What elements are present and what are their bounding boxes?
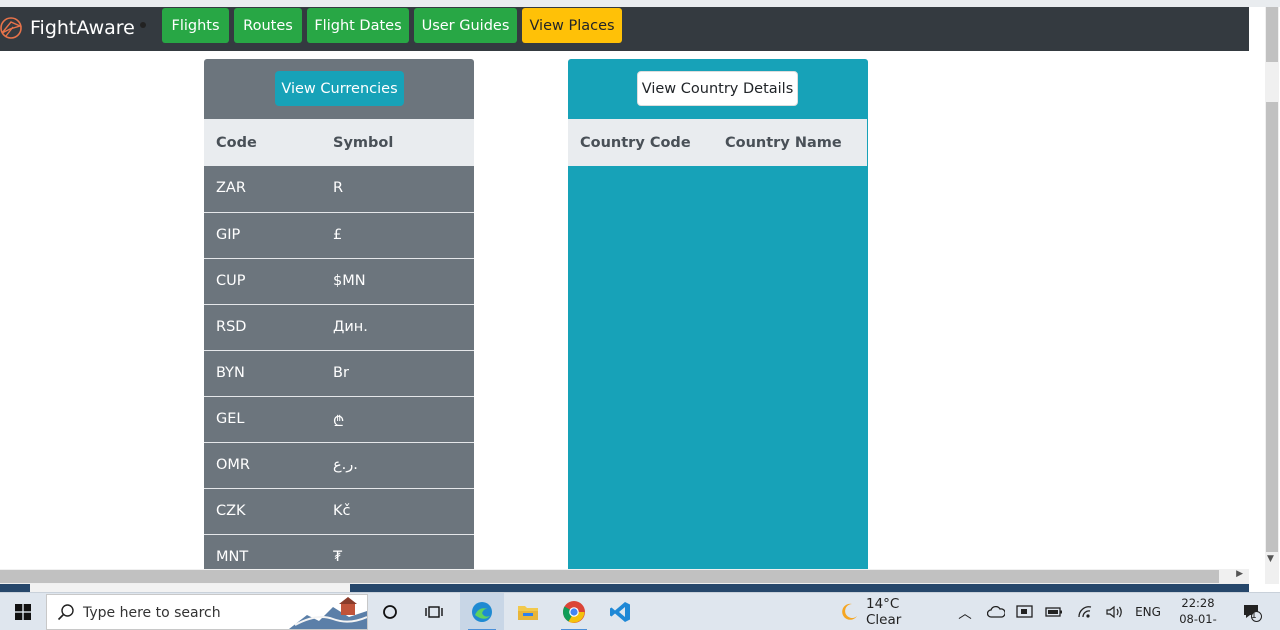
column-header-symbol: Symbol xyxy=(333,134,394,151)
search-icon xyxy=(57,604,74,621)
notifications-button[interactable]: 1 xyxy=(1238,593,1266,630)
column-header-country-code: Country Code xyxy=(580,134,691,151)
currency-code: OMR xyxy=(216,457,250,473)
task-view-button[interactable] xyxy=(376,593,404,630)
currency-code: ZAR xyxy=(216,180,246,196)
clock-date: 08-01-2023 xyxy=(1179,612,1217,630)
currency-symbol: R xyxy=(333,180,344,196)
taskbar-app-edge[interactable] xyxy=(460,593,504,630)
vertical-scrollbar[interactable]: ▼ xyxy=(1249,7,1280,592)
currency-symbol: Br xyxy=(333,365,349,381)
scroll-thumb-top xyxy=(1266,7,1278,62)
view-country-details-button[interactable]: View Country Details xyxy=(637,71,798,106)
currencies-table-header: Code Symbol xyxy=(204,119,474,166)
table-row: BYN Br xyxy=(204,350,474,396)
currency-code: CUP xyxy=(216,273,246,289)
windows-taskbar: Type here to search 14°C Clear ︿ ENG 22:… xyxy=(0,592,1280,630)
search-highlight-art-icon xyxy=(289,597,367,629)
meet-now-icon[interactable] xyxy=(1014,593,1036,630)
edge-browser-icon xyxy=(472,602,492,622)
currency-code: GEL xyxy=(216,411,245,427)
scroll-right-arrow-icon[interactable]: ▶ xyxy=(1236,569,1243,579)
clock-time: 22:28 xyxy=(1181,596,1215,610)
nav-separator-dot xyxy=(140,22,146,28)
table-row: GEL ₾ xyxy=(204,396,474,442)
weather-text[interactable]: 14°C Clear xyxy=(866,593,938,630)
currency-symbol: $MN xyxy=(333,273,366,289)
countries-table-header: Country Code Country Name xyxy=(568,119,867,166)
nav-routes-button[interactable]: Routes xyxy=(234,8,302,43)
currency-code: MNT xyxy=(216,549,249,565)
scroll-down-arrow-icon[interactable]: ▼ xyxy=(1267,554,1274,564)
taskbar-search-box[interactable]: Type here to search xyxy=(46,594,368,630)
taskbar-app-chrome[interactable] xyxy=(553,593,595,630)
table-row: CZK Kč xyxy=(204,488,474,534)
table-row: GIP £ xyxy=(204,212,474,258)
nav-flight-dates-button[interactable]: Flight Dates xyxy=(307,8,409,43)
currency-symbol: £ xyxy=(333,227,343,243)
column-header-country-name: Country Name xyxy=(725,134,842,151)
chrome-browser-icon xyxy=(563,601,585,623)
folder-icon xyxy=(518,606,538,620)
horizontal-scrollbar[interactable]: ▶ xyxy=(0,569,1249,584)
taskbar-app-vscode[interactable] xyxy=(600,593,640,630)
brand-name: FightAware xyxy=(30,17,135,39)
background-window-light xyxy=(30,584,350,592)
task-view-icon xyxy=(425,606,443,618)
task-switcher-button[interactable] xyxy=(420,593,448,630)
table-row: ZAR R xyxy=(204,166,474,212)
brand[interactable]: FightAware xyxy=(0,13,135,43)
currency-symbol: ₾ xyxy=(333,414,345,430)
brand-logo-icon xyxy=(0,17,23,39)
volume-speaker-icon[interactable] xyxy=(1104,593,1126,630)
start-button[interactable] xyxy=(8,593,38,630)
table-row: MNT ₮ xyxy=(204,534,474,569)
currency-code: CZK xyxy=(216,503,246,519)
input-language-indicator[interactable]: ENG xyxy=(1133,593,1163,630)
notification-count-badge: 1 xyxy=(1251,611,1257,621)
column-header-code: Code xyxy=(216,134,257,151)
view-currencies-button[interactable]: View Currencies xyxy=(275,71,404,106)
currency-symbol: Дин. xyxy=(333,319,368,335)
nav-view-places-button[interactable]: View Places xyxy=(522,8,622,43)
currencies-table-body: ZAR R GIP £ CUP $MN RSD Дин. BYN Br GEL ₾ OMR ر… xyxy=(204,166,474,569)
currency-symbol: ر.ع. xyxy=(333,457,358,473)
nav-flights-button[interactable]: Flights xyxy=(162,8,229,43)
scroll-track: ▼ xyxy=(1265,7,1279,592)
currencies-panel: View Currencies Code Symbol ZAR R GIP £ CU… xyxy=(204,59,474,569)
table-row: CUP $MN xyxy=(204,258,474,304)
windows-start-icon xyxy=(15,604,31,620)
currency-code: BYN xyxy=(216,365,245,381)
currency-symbol: Kč xyxy=(333,503,351,519)
currency-code: RSD xyxy=(216,319,247,335)
browser-top-strip xyxy=(0,0,1280,7)
background-window-strip xyxy=(0,584,1249,592)
table-row: RSD Дин. xyxy=(204,304,474,350)
taskbar-clock[interactable]: 22:28 08-01-2023 xyxy=(1166,595,1230,630)
table-row: OMR ر.ع. xyxy=(204,442,474,488)
scroll-corner xyxy=(1249,584,1280,592)
show-hidden-icons-chevron-icon[interactable]: ︿ xyxy=(956,593,974,630)
onedrive-cloud-icon[interactable] xyxy=(985,593,1007,630)
nav-user-guides-button[interactable]: User Guides xyxy=(414,8,517,43)
currency-symbol: ₮ xyxy=(333,549,343,565)
scroll-thumb[interactable] xyxy=(1266,102,1278,552)
countries-panel: View Country Details Country Code Countr… xyxy=(568,59,868,569)
battery-icon[interactable] xyxy=(1043,593,1065,630)
cortana-circle-icon xyxy=(383,605,397,619)
weather-moon-icon xyxy=(836,593,862,630)
navbar: FightAware Flights Routes Flight Dates U… xyxy=(0,7,1249,51)
wifi-icon[interactable] xyxy=(1074,593,1096,630)
taskbar-app-file-explorer[interactable] xyxy=(508,593,548,630)
search-placeholder: Type here to search xyxy=(83,605,221,621)
currency-code: GIP xyxy=(216,227,241,243)
horizontal-scroll-thumb[interactable] xyxy=(0,570,1219,583)
vscode-icon xyxy=(610,602,630,622)
